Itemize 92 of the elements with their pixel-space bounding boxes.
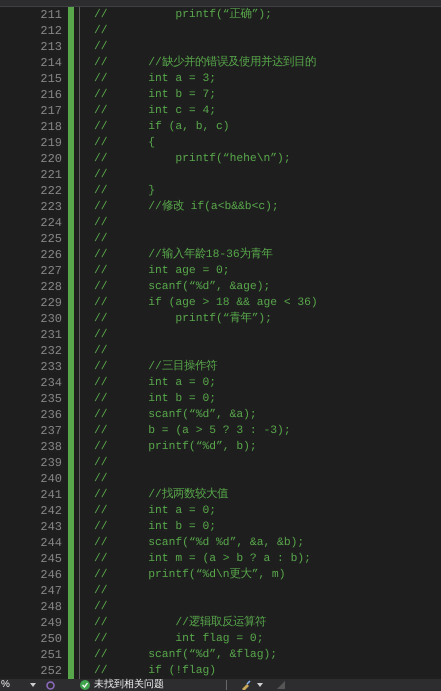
code-line: //	[94, 344, 108, 359]
code-line: // int age = 0;	[94, 264, 230, 279]
line-number: 242	[39, 503, 63, 519]
code-line: // int c = 4;	[94, 104, 216, 119]
code-line: //	[94, 328, 108, 343]
zoom-level[interactable]: %	[0, 679, 10, 691]
code-line: // if (a, b, c)	[94, 120, 230, 135]
code-line: // int flag = 0;	[94, 632, 264, 647]
code-line: // printf(“%d”, b);	[94, 440, 257, 455]
line-number: 250	[39, 631, 63, 647]
line-number: 243	[39, 519, 63, 535]
code-line: //	[94, 168, 108, 183]
line-number: 241	[39, 487, 63, 503]
line-number: 229	[39, 295, 63, 311]
code-line: // printf(“hehe\n”);	[94, 152, 291, 167]
line-number: 211	[39, 7, 63, 23]
line-number: 232	[39, 343, 63, 359]
code-line: //	[94, 232, 108, 247]
line-number: 221	[39, 167, 63, 183]
line-number: 224	[39, 215, 63, 231]
code-line: //	[94, 216, 108, 231]
code-line: // int b = 7;	[94, 88, 216, 103]
line-number: 226	[39, 247, 63, 263]
code-line: // //逻辑取反运算符	[94, 615, 266, 631]
line-number: 233	[39, 359, 63, 375]
issues-status[interactable]: 未找到相关问题	[94, 679, 164, 691]
line-number: 247	[39, 583, 63, 599]
line-number: 215	[39, 71, 63, 87]
line-number: 235	[39, 391, 63, 407]
line-number: 237	[39, 423, 63, 439]
code-line: //	[94, 584, 108, 599]
line-number: 220	[39, 151, 63, 167]
code-line: // printf(“正确”);	[94, 7, 272, 23]
line-number: 249	[39, 615, 63, 631]
code-line: //	[94, 40, 108, 55]
line-number: 214	[39, 55, 63, 71]
caret-icon[interactable]	[256, 683, 263, 687]
code-line: // {	[94, 136, 156, 151]
code-line: // if (age > 18 && age < 36)	[94, 296, 318, 311]
line-number: 217	[39, 103, 63, 119]
resize-grip-icon	[276, 681, 285, 689]
line-number: 225	[39, 231, 63, 247]
code-line: // //缺少并的错误及使用并达到目的	[94, 55, 316, 71]
code-line: // printf(“%d\n更大”, m)	[94, 567, 286, 583]
line-number: 236	[39, 407, 63, 423]
code-line: // printf(“青年”);	[94, 311, 272, 327]
code-line: // int b = 0;	[94, 520, 216, 535]
code-line: // int b = 0;	[94, 392, 216, 407]
line-number: 239	[39, 455, 63, 471]
line-number: 213	[39, 39, 63, 55]
line-number: 218	[39, 119, 63, 135]
code-line: //	[94, 456, 108, 471]
line-number: 238	[39, 439, 63, 455]
line-number: 245	[39, 551, 63, 567]
code-line: // int m = (a > b ? a : b);	[94, 552, 311, 567]
code-line: // //找两数较大值	[94, 487, 228, 503]
code-line: // //输入年龄18-36为青年	[94, 247, 273, 263]
line-number: 231	[39, 327, 63, 343]
line-number: 223	[39, 199, 63, 215]
line-number: 246	[39, 567, 63, 583]
line-number: 234	[39, 375, 63, 391]
code-line: // scanf(“%d”, &age);	[94, 280, 270, 295]
brush-icon[interactable]	[240, 680, 251, 690]
line-number: 212	[39, 23, 63, 39]
code-line: //	[94, 472, 108, 487]
code-line: // scanf(“%d %d”, &a, &b);	[94, 536, 304, 551]
code-line: // //三目操作符	[94, 359, 217, 375]
code-line: // //修改 if(a<b&&b<c);	[94, 199, 279, 215]
line-number: 222	[39, 183, 63, 199]
line-number: 227	[39, 263, 63, 279]
line-number: 228	[39, 279, 63, 295]
code-line: // int a = 0;	[94, 376, 216, 391]
line-number: 240	[39, 471, 63, 487]
check-icon	[80, 680, 90, 690]
circle-icon[interactable]	[46, 680, 55, 690]
code-line: // b = (a > 5 ? 3 : -3);	[94, 424, 291, 439]
code-line: // scanf(“%d”, &a);	[94, 408, 257, 423]
caret-icon[interactable]	[30, 683, 36, 687]
code-line: // }	[94, 184, 156, 199]
code-line: // int a = 0;	[94, 504, 216, 519]
code-line: // int a = 3;	[94, 72, 216, 87]
code-line: //	[94, 600, 108, 615]
line-number: 230	[39, 311, 63, 327]
code-line: // if (!flag)	[94, 664, 216, 678]
line-number: 216	[39, 87, 63, 103]
code-line: //	[94, 24, 108, 39]
line-number: 219	[39, 135, 63, 151]
line-number: 252	[39, 663, 63, 679]
code-line: // scanf(“%d”, &flag);	[94, 648, 278, 663]
line-number: 251	[39, 647, 63, 663]
line-number: 248	[39, 599, 63, 615]
line-number: 244	[39, 535, 63, 551]
